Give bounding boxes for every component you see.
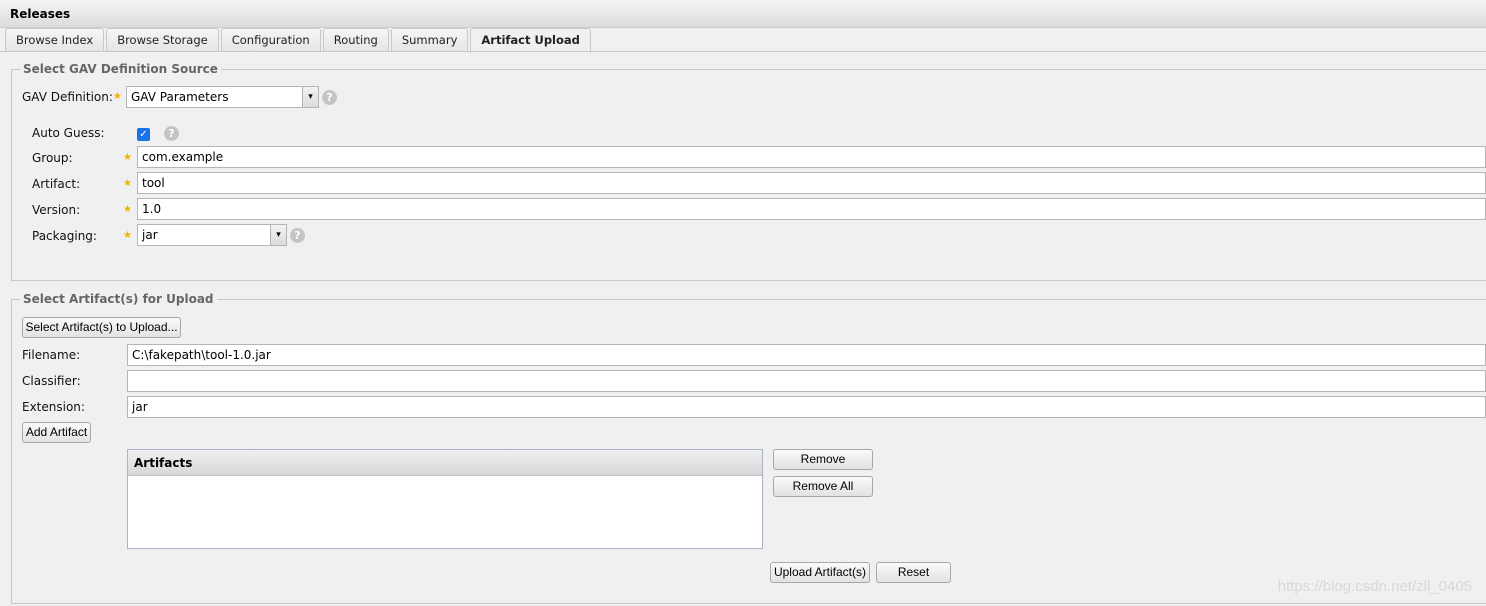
filename-label: Filename: xyxy=(22,348,81,362)
required-star-icon: ★ xyxy=(123,178,132,189)
tab-routing[interactable]: Routing xyxy=(322,28,389,52)
help-icon[interactable]: ? xyxy=(290,228,305,243)
group-input[interactable]: com.example xyxy=(137,146,1486,168)
auto-guess-checkbox[interactable]: ✓ xyxy=(137,128,150,141)
upload-fieldset: Select Artifact(s) for Upload xyxy=(11,292,1486,604)
artifacts-grid[interactable]: Artifacts xyxy=(127,449,763,549)
required-star-icon: ★ xyxy=(123,152,132,163)
packaging-label: Packaging: xyxy=(32,229,97,243)
classifier-input[interactable] xyxy=(127,370,1486,392)
help-icon[interactable]: ? xyxy=(164,126,179,141)
tab-artifact-upload[interactable]: Artifact Upload xyxy=(470,28,591,53)
version-label: Version: xyxy=(32,203,81,217)
tab-bar: Browse Index Browse Storage Configuratio… xyxy=(5,28,591,53)
auto-guess-label: Auto Guess: xyxy=(32,126,105,140)
gav-definition-select[interactable]: GAV Parameters ▾ xyxy=(126,86,319,108)
required-star-icon: ★ xyxy=(113,91,122,102)
classifier-label: Classifier: xyxy=(22,374,81,388)
artifacts-grid-header: Artifacts xyxy=(128,450,762,476)
extension-label: Extension: xyxy=(22,400,85,414)
upload-artifacts-button[interactable]: Upload Artifact(s) xyxy=(770,562,870,583)
required-star-icon: ★ xyxy=(123,230,132,241)
window-title: Releases xyxy=(0,0,1486,28)
gav-definition-value: GAV Parameters xyxy=(131,90,229,104)
add-artifact-button[interactable]: Add Artifact xyxy=(22,422,91,443)
filename-input[interactable]: C:\fakepath\tool-1.0.jar xyxy=(127,344,1486,366)
gav-legend: Select GAV Definition Source xyxy=(23,62,218,76)
group-label: Group: xyxy=(32,151,73,165)
tab-browse-storage[interactable]: Browse Storage xyxy=(106,28,219,52)
version-input[interactable]: 1.0 xyxy=(137,198,1486,220)
select-artifacts-button[interactable]: Select Artifact(s) to Upload... xyxy=(22,317,181,338)
tab-configuration[interactable]: Configuration xyxy=(220,28,321,52)
packaging-value: jar xyxy=(142,228,158,242)
artifact-label: Artifact: xyxy=(32,177,81,191)
chevron-down-icon[interactable]: ▾ xyxy=(302,87,318,107)
watermark: https://blog.csdn.net/zll_0405 xyxy=(1277,578,1472,595)
help-icon[interactable]: ? xyxy=(322,90,337,105)
upload-legend: Select Artifact(s) for Upload xyxy=(23,292,214,306)
tab-divider xyxy=(0,51,1486,52)
required-star-icon: ★ xyxy=(123,204,132,215)
tab-browse-index[interactable]: Browse Index xyxy=(5,28,105,52)
remove-button[interactable]: Remove xyxy=(773,449,873,470)
reset-button[interactable]: Reset xyxy=(876,562,951,583)
artifact-input[interactable]: tool xyxy=(137,172,1486,194)
packaging-select[interactable]: jar ▾ xyxy=(137,224,287,246)
tab-summary[interactable]: Summary xyxy=(390,28,469,52)
extension-input[interactable]: jar xyxy=(127,396,1486,418)
chevron-down-icon[interactable]: ▾ xyxy=(270,225,286,245)
remove-all-button[interactable]: Remove All xyxy=(773,476,873,497)
gav-definition-label: GAV Definition: xyxy=(22,90,113,104)
